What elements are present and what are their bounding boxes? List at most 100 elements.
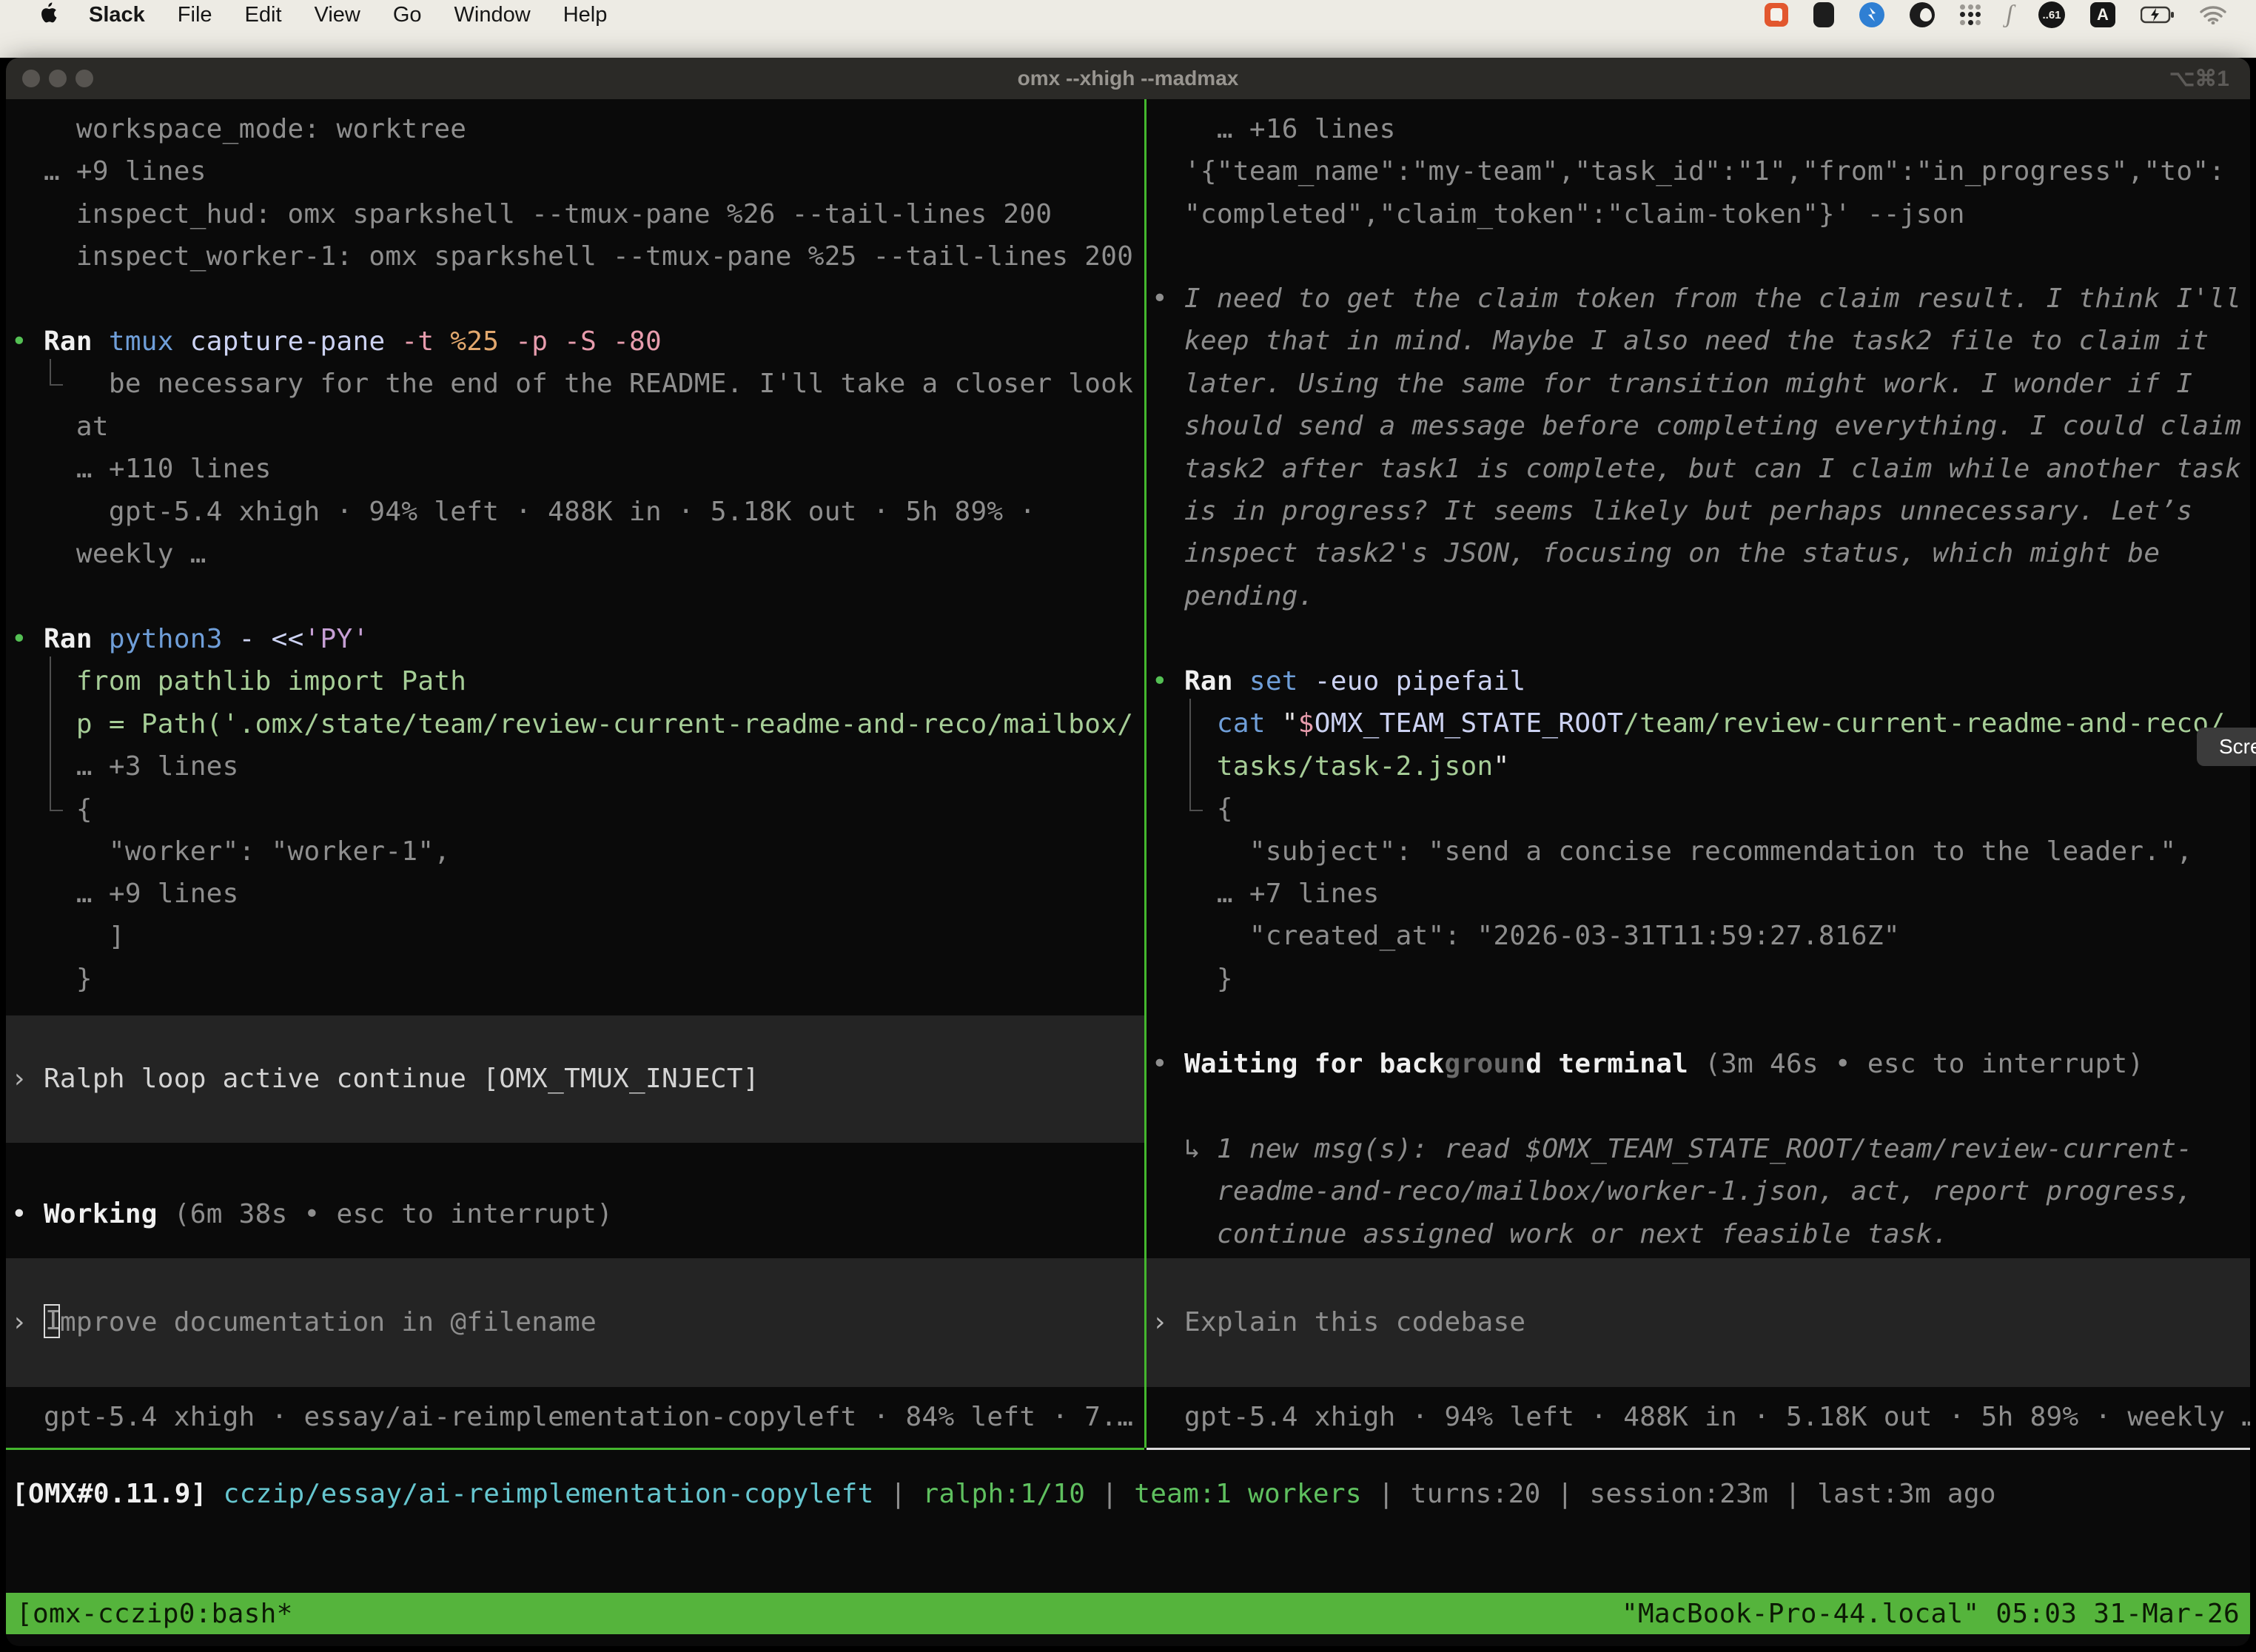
terminal-line: inspect_hud: omx sparkshell --tmux-pane …	[11, 193, 1140, 235]
pane-border-bottom-left	[6, 1448, 1144, 1450]
wifi-icon[interactable]	[2200, 5, 2226, 24]
output-connector	[50, 657, 63, 811]
terminal-line: from pathlib import Path	[11, 660, 1140, 702]
window-shortcut: ⌥⌘1	[2169, 58, 2229, 99]
right-log-top: … +16 lines '{"team_name":"my-team","tas…	[1152, 108, 2247, 235]
blue-badge-icon[interactable]	[1859, 2, 1884, 27]
input-placeholder: mprove documentation in @filename	[60, 1307, 597, 1337]
right-model-status: gpt-5.4 xhigh · 94% left · 488K in · 5.1…	[1152, 1396, 2247, 1438]
pane-divider[interactable]	[1144, 99, 1147, 1448]
terminal-line: "subject": "send a concise recommendatio…	[1152, 830, 2247, 873]
terminal-line: • I need to get the claim token from the…	[1152, 278, 2247, 320]
left-ran-capture: • Ran tmux capture-pane -t %25 -p -S -80…	[11, 320, 1140, 575]
left-log-top: workspace_mode: worktree … +9 lines insp…	[11, 108, 1140, 278]
terminal-line: cat "$OMX_TEAM_STATE_ROOT/team/review-cu…	[1152, 702, 2247, 745]
terminal-line: … +7 lines	[1152, 873, 2247, 915]
omx-hud-line: [OMX#0.11.9] cczip/essay/ai-reimplementa…	[12, 1473, 2247, 1515]
input-placeholder: Explain this codebase	[1184, 1307, 1525, 1337]
terminal-line: gpt-5.4 xhigh · 94% left · 488K in · 5.1…	[1152, 1396, 2247, 1438]
working-status: • Working (6m 38s • esc to interrupt)	[11, 1193, 1140, 1235]
terminal-line: readme-and-reco/mailbox/worker-1.json, a…	[1152, 1170, 2247, 1212]
s-curve-icon[interactable]: ʃ	[2006, 1, 2013, 29]
terminal-line: • Ran python3 - <<'PY'	[11, 618, 1140, 660]
terminal-line: p = Path('.omx/state/team/review-current…	[11, 703, 1140, 745]
prompt-chevron: ›	[1152, 1307, 1184, 1337]
count-badge-icon[interactable]: ..61	[2038, 1, 2065, 28]
terminal-line: ]	[11, 916, 1140, 958]
dots-grid-icon[interactable]	[1960, 4, 1981, 25]
left-model-status: gpt-5.4 xhigh · essay/ai-reimplementatio…	[11, 1396, 1140, 1438]
menu-item-window[interactable]: Window	[454, 3, 531, 27]
terminal-line: weekly …	[11, 533, 1140, 575]
menu-item-file[interactable]: File	[178, 3, 212, 27]
terminal-line: tasks/task-2.json"	[1152, 745, 2247, 788]
terminal-line: pending.	[1152, 575, 2247, 617]
terminal-line: • Ran tmux capture-pane -t %25 -p -S -80	[11, 320, 1140, 363]
window-title: omx --xhigh --madmax	[6, 58, 2250, 99]
tmux-host-clock: "MacBook-Pro-44.local" 05:03 31-Mar-26	[1611, 1599, 2250, 1629]
left-ran-python: • Ran python3 - <<'PY' from pathlib impo…	[11, 618, 1140, 1001]
terminal-line: is in progress? It seems likely but perh…	[1152, 490, 2247, 532]
terminal-line: gpt-5.4 xhigh · 94% left · 488K in · 5.1…	[11, 491, 1140, 533]
terminal-window: omx --xhigh --madmax ⌥⌘1 workspace_mode:…	[6, 58, 2250, 1646]
terminal-line: }	[11, 958, 1140, 1000]
banner-text: Ralph loop active continue [OMX_TMUX_INJ…	[44, 1064, 759, 1094]
output-connector	[50, 359, 63, 386]
screen-tooltip: Scre	[2197, 728, 2256, 766]
terminal-line: ↳ 1 new msg(s): read $OMX_TEAM_STATE_ROO…	[1152, 1128, 2247, 1170]
terminal-line: continue assigned work or next feasible …	[1152, 1213, 2247, 1255]
terminal-line: "worker": "worker-1",	[11, 830, 1140, 873]
menu-item-view[interactable]: View	[315, 3, 360, 27]
left-input-box[interactable]: › Improve documentation in @filename	[6, 1258, 1144, 1387]
terminal-line: [OMX#0.11.9] cczip/essay/ai-reimplementa…	[12, 1473, 2247, 1515]
terminal-line: • Ran set -euo pipefail	[1152, 660, 2247, 702]
inject-banner: › Ralph loop active continue [OMX_TMUX_I…	[6, 1015, 1144, 1143]
tmux-status-bar: [omx-cczip0:bash* "MacBook-Pro-44.local"…	[6, 1593, 2250, 1634]
right-ran-cat: • Ran set -euo pipefail cat "$OMX_TEAM_S…	[1152, 660, 2247, 1000]
terminal-line: "completed","claim_token":"claim-token"}…	[1152, 193, 2247, 235]
terminal-line: {	[1152, 788, 2247, 830]
waiting-status: • Waiting for background terminal (3m 46…	[1152, 1043, 2247, 1085]
prompt-chevron: ›	[11, 1307, 44, 1337]
title-bar: omx --xhigh --madmax ⌥⌘1	[6, 58, 2250, 99]
pane-border-bottom-right	[1147, 1448, 2250, 1450]
menu-bar: Slack File Edit View Go Window Help ʃ ..61 A	[0, 0, 2256, 58]
terminal-line: }	[1152, 958, 2247, 1000]
terminal-line: … +16 lines	[1152, 108, 2247, 150]
apple-menu-icon[interactable]	[37, 2, 59, 27]
menu-item-edit[interactable]: Edit	[245, 3, 282, 27]
keypad-icon[interactable]	[1813, 2, 1834, 27]
text-cursor[interactable]: I	[44, 1304, 60, 1338]
pie-icon[interactable]	[1910, 2, 1935, 27]
terminal-line: … +9 lines	[11, 150, 1140, 192]
chat-icon[interactable]	[1765, 3, 1788, 27]
right-input-box[interactable]: › Explain this codebase	[1147, 1258, 2250, 1387]
terminal-line: keep that in mind. Maybe I also need the…	[1152, 320, 2247, 362]
input-source-icon[interactable]: A	[2090, 2, 2115, 27]
terminal-line: {	[11, 788, 1140, 830]
terminal-line: inspect task2's JSON, focusing on the st…	[1152, 532, 2247, 574]
terminal-line: at	[11, 406, 1140, 448]
terminal-line: task2 after task1 is complete, but can I…	[1152, 448, 2247, 490]
terminal-line: … +110 lines	[11, 448, 1140, 490]
terminal-line: "created_at": "2026-03-31T11:59:27.816Z"	[1152, 915, 2247, 957]
screen: { "menu_bar": { "app": "Slack", "items":…	[0, 0, 2256, 1652]
menu-items: Slack File Edit View Go Window Help	[59, 3, 607, 27]
terminal-line: … +3 lines	[11, 745, 1140, 788]
terminal-line: • Working (6m 38s • esc to interrupt)	[11, 1193, 1140, 1235]
output-connector	[1189, 699, 1203, 811]
terminal-line: later. Using the same for transition mig…	[1152, 363, 2247, 405]
menu-item-go[interactable]: Go	[393, 3, 422, 27]
tmux-session-name: [omx-cczip0:bash*	[6, 1599, 303, 1629]
battery-icon[interactable]	[2141, 6, 2175, 24]
terminal-line: '{"team_name":"my-team","task_id":"1","f…	[1152, 150, 2247, 192]
terminal-line: workspace_mode: worktree	[11, 108, 1140, 150]
terminal-line: should send a message before completing …	[1152, 405, 2247, 447]
menu-item-app[interactable]: Slack	[89, 3, 145, 27]
right-thinking: • I need to get the claim token from the…	[1152, 278, 2247, 617]
banner-prompt: ›	[11, 1064, 44, 1094]
menu-item-help[interactable]: Help	[563, 3, 608, 27]
menu-status-icons: ʃ ..61 A	[1765, 0, 2226, 30]
terminal-line: gpt-5.4 xhigh · essay/ai-reimplementatio…	[11, 1396, 1140, 1438]
terminal-line: • Waiting for background terminal (3m 46…	[1152, 1043, 2247, 1085]
